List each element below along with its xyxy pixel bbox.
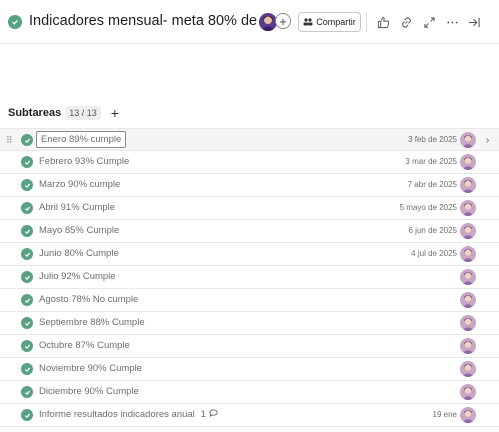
check-icon[interactable] — [21, 363, 33, 375]
subtask-name[interactable]: Agosto 78% No cumple — [39, 294, 138, 305]
subtask-row[interactable]: Mayo 85% Cumple 6 jun de 2025 — [0, 220, 499, 243]
check-icon[interactable] — [21, 271, 33, 283]
subtask-row[interactable]: Agosto 78% No cumple — [0, 289, 499, 312]
task-header: Indicadores mensual- meta 80% de fac... … — [0, 0, 499, 44]
check-icon[interactable] — [21, 156, 33, 168]
assignee-avatar[interactable] — [460, 292, 476, 308]
chevron-right-icon[interactable]: › — [486, 135, 489, 146]
assignee-avatar[interactable] — [460, 246, 476, 262]
due-date[interactable]: 4 jul de 2025 — [411, 249, 457, 258]
subtask-name[interactable]: Diciembre 90% Cumple — [39, 386, 139, 397]
check-icon[interactable] — [21, 179, 33, 191]
share-button[interactable]: Compartir — [298, 12, 361, 32]
assignee-avatar[interactable] — [460, 361, 476, 377]
due-date[interactable]: 3 mar de 2025 — [405, 157, 457, 166]
subtask-name[interactable]: Informe resultados indicadores anual 1 — [39, 409, 218, 420]
add-collaborator-button[interactable]: + — [275, 13, 291, 29]
assignee-avatar[interactable] — [460, 177, 476, 193]
drag-handle-icon[interactable]: ⠿ — [6, 135, 13, 146]
subtask-list: ⠿ Enero 89% cumple 3 feb de 2025 › Febre… — [0, 128, 499, 427]
check-icon[interactable] — [21, 317, 33, 329]
subtask-row[interactable]: Marzo 90% cumple 7 abr de 2025 — [0, 174, 499, 197]
due-date[interactable]: 5 mayo de 2025 — [400, 203, 457, 212]
assignee-avatar[interactable] — [460, 315, 476, 331]
task-complete-check-icon[interactable] — [8, 15, 22, 29]
due-date[interactable]: 3 feb de 2025 — [408, 135, 457, 144]
subtask-row[interactable]: Informe resultados indicadores anual 1 19… — [0, 404, 499, 427]
share-label: Compartir — [316, 17, 356, 27]
assignee-avatar[interactable] — [460, 223, 476, 239]
subtask-name[interactable]: Junio 80% Cumple — [39, 248, 119, 259]
assignee-avatar[interactable] — [460, 269, 476, 285]
check-icon[interactable] — [21, 294, 33, 306]
assignee-avatar[interactable] — [460, 200, 476, 216]
subtask-name[interactable]: Enero 89% cumple — [36, 131, 127, 148]
subtask-name[interactable]: Octubre 87% Cumple — [39, 340, 130, 351]
subtasks-title: Subtareas — [8, 107, 62, 119]
task-title[interactable]: Indicadores mensual- meta 80% de fac... — [29, 13, 257, 29]
subtask-row[interactable]: ⠿ Enero 89% cumple 3 feb de 2025 › — [0, 128, 499, 151]
link-icon[interactable] — [398, 14, 414, 30]
more-icon[interactable] — [444, 14, 460, 30]
check-icon[interactable] — [21, 225, 33, 237]
assignee-avatar[interactable] — [460, 132, 476, 148]
subtask-name[interactable]: Julio 92% Cumple — [39, 271, 116, 282]
due-date[interactable]: 6 jun de 2025 — [409, 226, 458, 235]
subtask-row[interactable]: Diciembre 90% Cumple — [0, 381, 499, 404]
subtask-name[interactable]: Noviembre 90% Cumple — [39, 363, 142, 374]
check-icon[interactable] — [21, 386, 33, 398]
comment-icon — [209, 409, 218, 417]
check-icon[interactable] — [21, 248, 33, 260]
assignee-avatar[interactable] — [460, 384, 476, 400]
assignee-avatar[interactable] — [460, 407, 476, 423]
check-icon[interactable] — [21, 340, 33, 352]
due-date[interactable]: 19 ene — [433, 410, 457, 419]
subtask-name[interactable]: Marzo 90% cumple — [39, 179, 120, 190]
subtask-row[interactable]: Junio 80% Cumple 4 jul de 2025 — [0, 243, 499, 266]
assignee-avatar[interactable] — [460, 154, 476, 170]
subtask-row[interactable]: Febrero 93% Cumple 3 mar de 2025 — [0, 151, 499, 174]
subtask-name[interactable]: Abril 91% Cumple — [39, 202, 115, 213]
subtasks-header: Subtareas 13 / 13 + — [8, 106, 119, 120]
subtask-row[interactable]: Octubre 87% Cumple — [0, 335, 499, 358]
subtasks-count-badge: 13 / 13 — [65, 106, 101, 120]
subtask-row[interactable]: Noviembre 90% Cumple — [0, 358, 499, 381]
close-panel-icon[interactable] — [466, 14, 482, 30]
subtask-name-text: Informe resultados indicadores anual — [39, 409, 195, 420]
subtask-name[interactable]: Febrero 93% Cumple — [39, 156, 129, 167]
subtask-row[interactable]: Abril 91% Cumple 5 mayo de 2025 — [0, 197, 499, 220]
subtask-name[interactable]: Mayo 85% Cumple — [39, 225, 119, 236]
thumbs-up-icon[interactable] — [375, 14, 391, 30]
divider — [366, 12, 367, 32]
assignee-avatar[interactable] — [460, 338, 476, 354]
subtask-row[interactable]: Septiembre 88% Cumple — [0, 312, 499, 335]
people-icon — [303, 18, 313, 26]
subtask-row[interactable]: Julio 92% Cumple — [0, 266, 499, 289]
comment-count-value: 1 — [200, 409, 207, 420]
subtask-name[interactable]: Septiembre 88% Cumple — [39, 317, 145, 328]
check-icon[interactable] — [21, 202, 33, 214]
comment-count[interactable]: 1 — [201, 409, 218, 420]
check-icon[interactable] — [21, 134, 33, 146]
due-date[interactable]: 7 abr de 2025 — [408, 180, 457, 189]
add-subtask-button[interactable]: + — [111, 106, 119, 120]
expand-icon[interactable] — [421, 14, 437, 30]
check-icon[interactable] — [21, 409, 33, 421]
